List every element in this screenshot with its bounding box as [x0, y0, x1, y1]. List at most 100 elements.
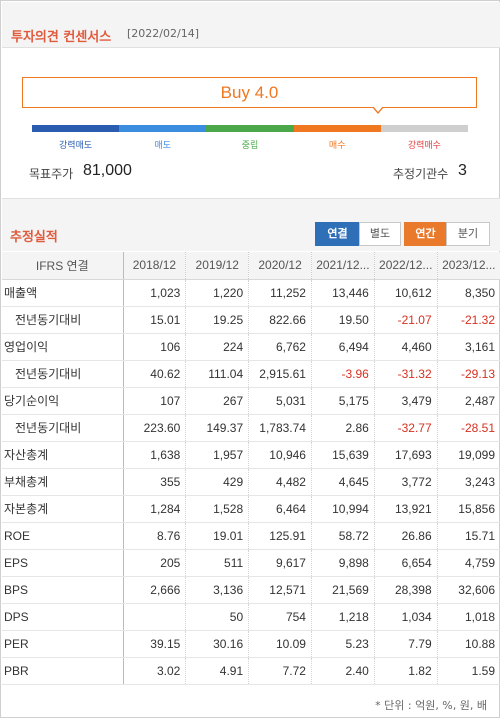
- table-cell: 9,617: [248, 549, 312, 577]
- table-body: 매출액 1,023 1,220 11,252 13,446 10,612 8,350 전년동기…: [2, 279, 500, 685]
- table-cell: 822.66: [248, 306, 312, 334]
- consensus-title: 투자의견 컨센서스: [11, 30, 112, 45]
- table-cell: 12,571: [248, 576, 312, 604]
- annual-button[interactable]: 연간: [404, 222, 447, 246]
- table-row: BPS 2,666 3,136 12,571 21,569 28,398 32,606: [2, 576, 500, 604]
- table-cell: 1,220: [185, 279, 249, 307]
- institutions-value: 3: [458, 162, 467, 179]
- row-label: 전년동기대비: [2, 414, 124, 442]
- scale-segment: [206, 125, 294, 132]
- table-cell: 19.25: [185, 306, 249, 334]
- row-label: 자본총계: [2, 495, 124, 523]
- table-cell: 50: [185, 603, 249, 631]
- table-cell: 106: [122, 333, 186, 361]
- table-row: EPS 205 511 9,617 9,898 6,654 4,759: [2, 549, 500, 577]
- table-cell: 39.15: [122, 630, 186, 658]
- table-cell: 10.09: [248, 630, 312, 658]
- table-row: 부채총계 355 429 4,482 4,645 3,772 3,243: [2, 468, 500, 496]
- table-cell: 1,018: [436, 603, 500, 631]
- table-row: 영업이익 106 224 6,762 6,494 4,460 3,161: [2, 333, 500, 361]
- scale-segment: [380, 125, 469, 132]
- row-label: 부채총계: [2, 468, 124, 496]
- table-cell: 13,921: [373, 495, 438, 523]
- table-cell: 1,023: [122, 279, 186, 307]
- row-label: BPS: [2, 576, 124, 604]
- table-cell: 355: [122, 468, 186, 496]
- table-cell: 8.76: [122, 522, 186, 550]
- scale-segment: [32, 125, 120, 132]
- separate-button[interactable]: 별도: [359, 222, 401, 246]
- table-cell: 32,606: [436, 576, 500, 604]
- table-cell: 26.86: [373, 522, 438, 550]
- consensus-date: [2022/02/14]: [127, 27, 199, 40]
- rating-scale-bar: [32, 125, 469, 132]
- table-cell: -21.32: [436, 306, 500, 334]
- table-cell: 10,612: [373, 279, 438, 307]
- rating-box: Buy 4.0: [22, 77, 477, 108]
- table-cell: 1,957: [185, 441, 249, 469]
- table-cell: 15,856: [436, 495, 500, 523]
- table-cell: 2.86: [310, 414, 375, 442]
- row-label: 매출액: [2, 279, 124, 307]
- quarterly-button[interactable]: 분기: [446, 222, 490, 246]
- table-cell: 8,350: [436, 279, 500, 307]
- table-header-row: IFRS 연결 2018/12 2019/12 2020/12 2021/12... 20…: [2, 252, 500, 280]
- row-label: DPS: [2, 603, 124, 631]
- table-cell: -3.96: [310, 360, 375, 388]
- scale-label: 중립: [241, 141, 259, 151]
- table-cell: 9,898: [310, 549, 375, 577]
- table-row: PBR 3.02 4.91 7.72 2.40 1.82 1.59: [2, 657, 500, 685]
- header-period: 2020/12: [248, 252, 312, 280]
- table-cell: 1.82: [373, 657, 438, 685]
- table-cell: 15.01: [122, 306, 186, 334]
- table-cell: 2,666: [122, 576, 186, 604]
- table-cell: 1,528: [185, 495, 249, 523]
- table-cell: 1.59: [436, 657, 500, 685]
- table-cell: -21.07: [373, 306, 438, 334]
- estimates-header: 추정실적 연결 별도 연간 분기: [2, 198, 500, 251]
- table-cell: 429: [185, 468, 249, 496]
- table-cell: 10,994: [310, 495, 375, 523]
- table-cell: 7.72: [248, 657, 312, 685]
- rating-scale-labels: 강력매도 매도 중립 매수 강력매수: [32, 138, 468, 151]
- header-period: 2022/12...: [373, 252, 438, 280]
- table-row: 전년동기대비 223.60 149.37 1,783.74 2.86 -32.77 -28.…: [2, 414, 500, 442]
- row-label: ROE: [2, 522, 124, 550]
- table-cell: 6,494: [310, 333, 375, 361]
- header-ifrs: IFRS 연결: [2, 252, 124, 280]
- table-cell: 3,243: [436, 468, 500, 496]
- table-cell: 223.60: [122, 414, 186, 442]
- table-row: PER 39.15 30.16 10.09 5.23 7.79 10.88: [2, 630, 500, 658]
- table-row: 당기순이익 107 267 5,031 5,175 3,479 2,487: [2, 387, 500, 415]
- table-cell: [122, 603, 186, 631]
- table-cell: 40.62: [122, 360, 186, 388]
- table-cell: 1,218: [310, 603, 375, 631]
- table-cell: 4,645: [310, 468, 375, 496]
- table-cell: 1,638: [122, 441, 186, 469]
- table-cell: 19,099: [436, 441, 500, 469]
- table-row: 자본총계 1,284 1,528 6,464 10,994 13,921 15,856: [2, 495, 500, 523]
- table-cell: 4,460: [373, 333, 438, 361]
- unit-footnote: * 단위 : 억원, %, 원, 배: [375, 699, 487, 712]
- table-cell: 7.79: [373, 630, 438, 658]
- row-label: 영업이익: [2, 333, 124, 361]
- table-row: 매출액 1,023 1,220 11,252 13,446 10,612 8,350: [2, 279, 500, 307]
- table-cell: 1,284: [122, 495, 186, 523]
- table-cell: 4.91: [185, 657, 249, 685]
- table-cell: 6,654: [373, 549, 438, 577]
- table-cell: 4,482: [248, 468, 312, 496]
- table-cell: 19.01: [185, 522, 249, 550]
- header-period: 2018/12: [122, 252, 186, 280]
- table-cell: 224: [185, 333, 249, 361]
- table-cell: 3,136: [185, 576, 249, 604]
- consolidated-button[interactable]: 연결: [315, 222, 360, 246]
- target-price-label: 목표주가: [29, 167, 74, 181]
- table-row: DPS 50 754 1,218 1,034 1,018: [2, 603, 500, 631]
- table-cell: 3,772: [373, 468, 438, 496]
- table-cell: 10,946: [248, 441, 312, 469]
- table-cell: 15.71: [436, 522, 500, 550]
- table-row: 전년동기대비 40.62 111.04 2,915.61 -3.96 -31.32 -29.…: [2, 360, 500, 388]
- table-cell: -28.51: [436, 414, 500, 442]
- table-cell: 21,569: [310, 576, 375, 604]
- table-cell: 4,759: [436, 549, 500, 577]
